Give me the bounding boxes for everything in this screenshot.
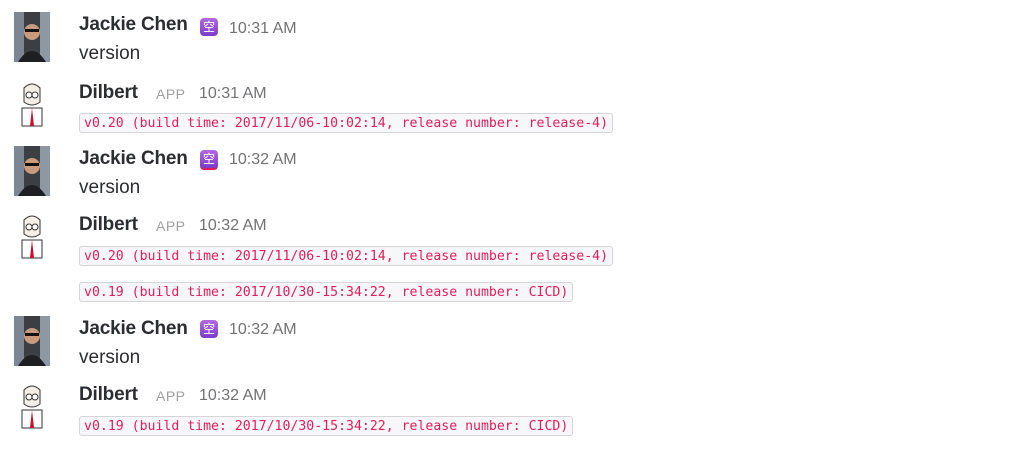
code-snippet: v0.19 (build time: 2017/10/30-15:34:22, …: [79, 282, 574, 302]
message-item: Jackie Chen 空 10:32 AM version: [0, 316, 1026, 376]
timestamp[interactable]: 10:32 AM: [229, 151, 297, 169]
message-item: Dilbert APP 10:31 AM v0.20 (build time: …: [0, 80, 1026, 140]
code-snippet: v0.20 (build time: 2017/11/06-10:02:14, …: [79, 113, 614, 133]
status-emoji-icon: 空: [200, 320, 218, 338]
message-item: Jackie Chen 空 10:32 AM version: [0, 146, 1026, 206]
sender-name[interactable]: Jackie Chen: [79, 14, 188, 36]
avatar[interactable]: [14, 316, 50, 366]
status-emoji-icon: 空: [200, 150, 218, 170]
sender-name[interactable]: Jackie Chen: [79, 148, 188, 170]
sender-name[interactable]: Dilbert: [79, 384, 138, 406]
avatar[interactable]: [14, 382, 50, 432]
status-emoji-icon: 空: [200, 18, 218, 36]
code-snippet: v0.20 (build time: 2017/11/06-10:02:14, …: [79, 246, 614, 266]
avatar[interactable]: [14, 146, 50, 196]
app-badge: APP: [156, 388, 186, 404]
sender-name[interactable]: Jackie Chen: [79, 318, 188, 340]
code-snippet: v0.19 (build time: 2017/10/30-15:34:22, …: [79, 416, 574, 436]
timestamp[interactable]: 10:32 AM: [199, 387, 267, 405]
app-badge: APP: [156, 218, 186, 234]
sender-name[interactable]: Dilbert: [79, 82, 138, 104]
app-badge: APP: [156, 86, 186, 102]
message-text: version: [79, 347, 141, 368]
sender-name[interactable]: Dilbert: [79, 214, 138, 236]
avatar[interactable]: [14, 12, 50, 62]
message-text: version: [79, 43, 141, 64]
avatar[interactable]: [14, 80, 50, 130]
timestamp[interactable]: 10:31 AM: [229, 20, 297, 38]
message-item: Dilbert APP 10:32 AM v0.20 (build time: …: [0, 212, 1026, 307]
message-item: Dilbert APP 10:32 AM v0.19 (build time: …: [0, 382, 1026, 442]
message-item: Jackie Chen 空 10:31 AM version: [0, 12, 1026, 72]
message-text: version: [79, 177, 141, 198]
timestamp[interactable]: 10:31 AM: [199, 85, 267, 103]
timestamp[interactable]: 10:32 AM: [199, 217, 267, 235]
avatar[interactable]: [14, 212, 50, 262]
timestamp[interactable]: 10:32 AM: [229, 321, 297, 339]
